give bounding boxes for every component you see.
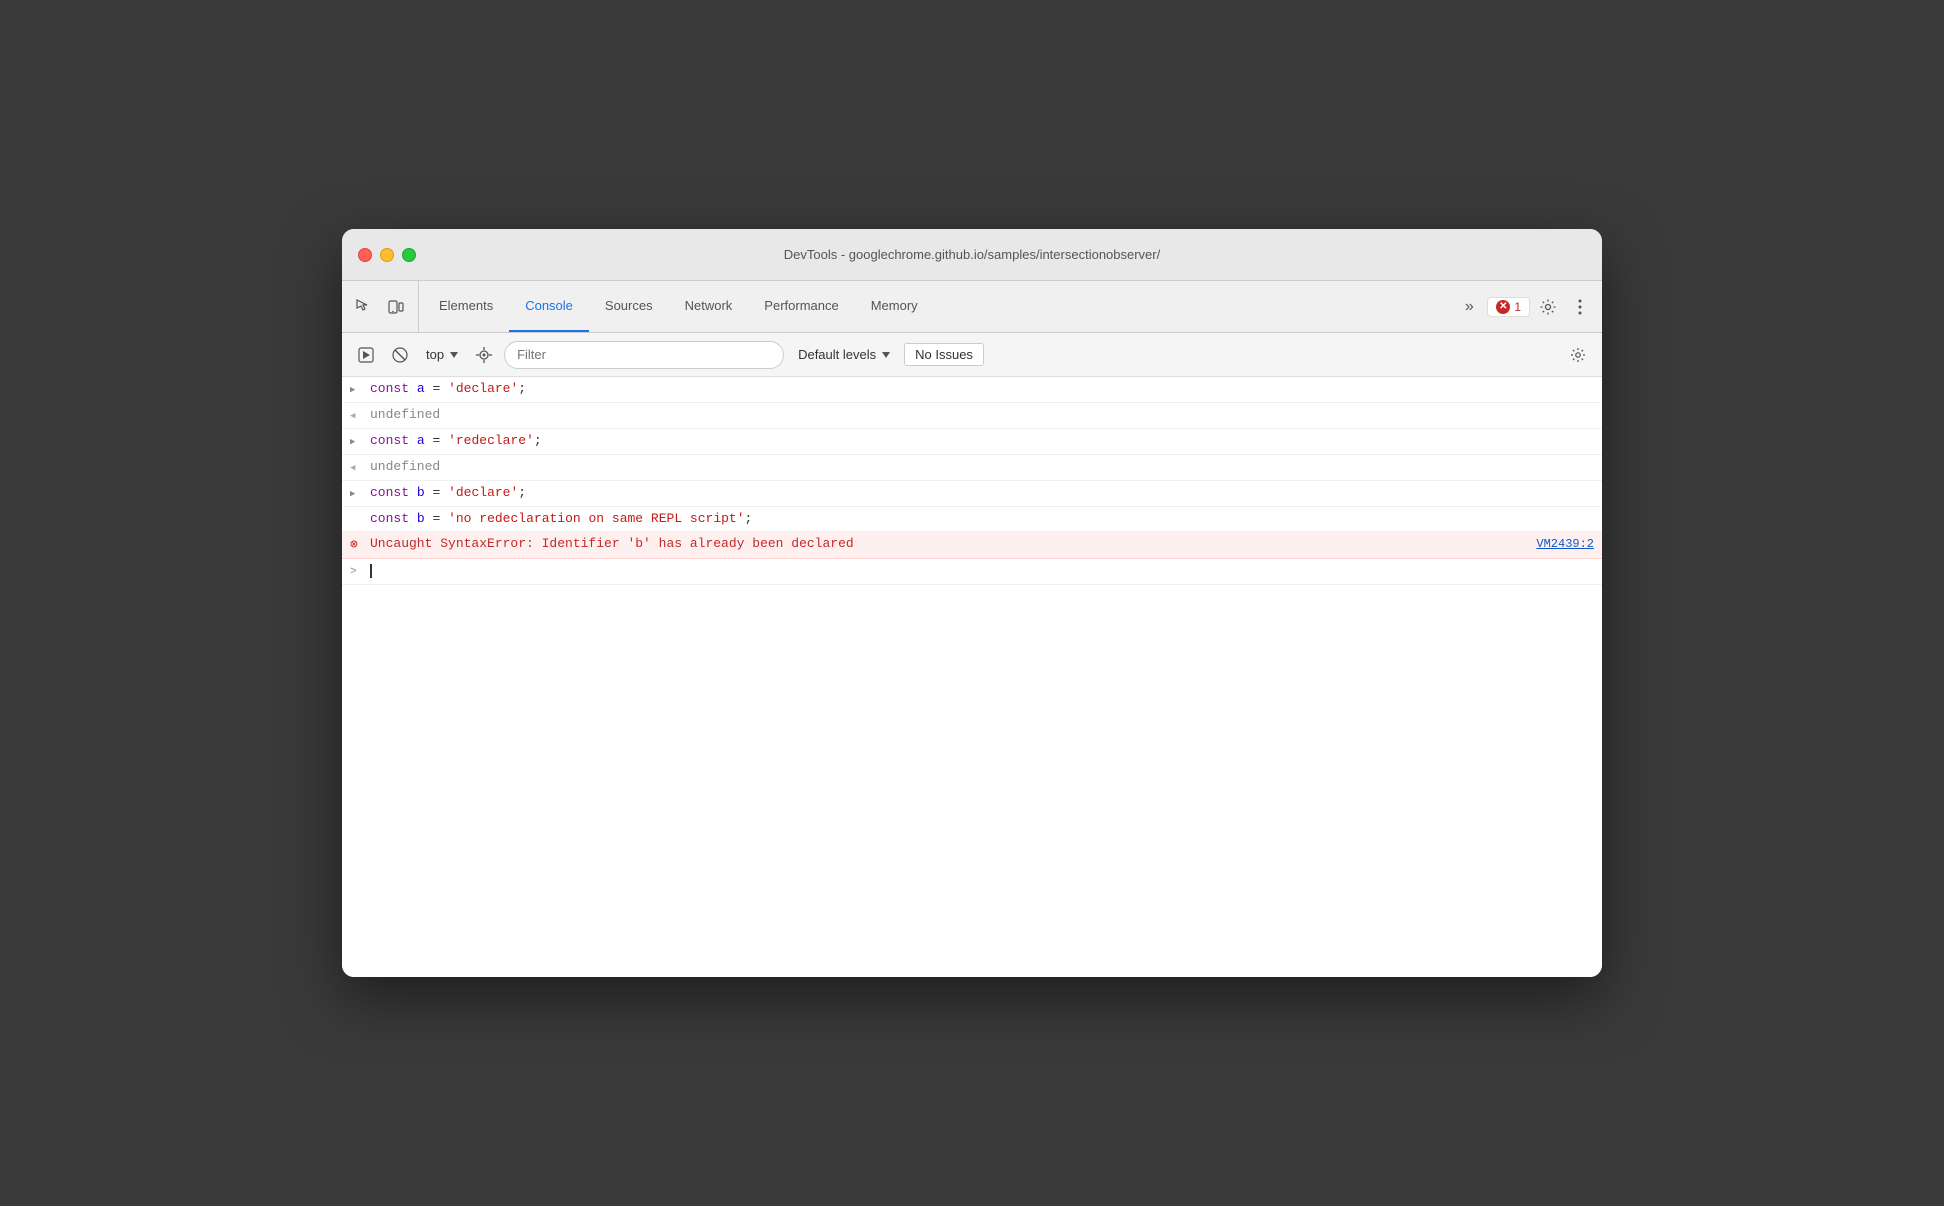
no-issues-button[interactable]: No Issues xyxy=(904,343,984,366)
console-line: const b = 'no redeclaration on same REPL… xyxy=(342,507,1602,532)
expand-arrow[interactable] xyxy=(350,484,370,503)
console-line: const b = 'declare'; xyxy=(342,481,1602,507)
line-content: const a = 'redeclare'; xyxy=(370,432,1594,450)
console-settings-button[interactable] xyxy=(1564,341,1592,369)
console-line: const a = 'declare'; xyxy=(342,377,1602,403)
minimize-button[interactable] xyxy=(380,248,394,262)
line-content: undefined xyxy=(370,458,1594,476)
error-badge[interactable]: ✕ 1 xyxy=(1487,297,1530,317)
output-arrow xyxy=(350,458,370,477)
no-arrow xyxy=(350,510,370,511)
tabs: Elements Console Sources Network Perform… xyxy=(423,281,1455,332)
window-title: DevTools - googlechrome.github.io/sample… xyxy=(784,247,1160,262)
console-output: const a = 'declare'; undefined const a =… xyxy=(342,377,1602,977)
filter-input[interactable] xyxy=(504,341,784,369)
close-button[interactable] xyxy=(358,248,372,262)
run-script-button[interactable] xyxy=(352,341,380,369)
line-content: const b = 'declare'; xyxy=(370,484,1594,502)
console-line: const a = 'redeclare'; xyxy=(342,429,1602,455)
console-line: undefined xyxy=(342,403,1602,429)
settings-button[interactable] xyxy=(1534,293,1562,321)
console-prompt-line[interactable] xyxy=(342,559,1602,585)
show-live-expression-button[interactable] xyxy=(470,341,498,369)
line-content: undefined xyxy=(370,406,1594,424)
maximize-button[interactable] xyxy=(402,248,416,262)
tab-bar-right-icons: » ✕ 1 xyxy=(1455,281,1594,332)
cursor xyxy=(370,564,372,578)
tab-console[interactable]: Console xyxy=(509,281,589,332)
prompt-arrow xyxy=(350,562,370,581)
devtools-window: DevTools - googlechrome.github.io/sample… xyxy=(342,229,1602,977)
traffic-lights xyxy=(358,248,416,262)
more-options-button[interactable] xyxy=(1566,293,1594,321)
inspect-element-button[interactable] xyxy=(350,293,378,321)
tab-bar: Elements Console Sources Network Perform… xyxy=(342,281,1602,333)
tab-sources[interactable]: Sources xyxy=(589,281,669,332)
console-line: undefined xyxy=(342,455,1602,481)
tab-elements[interactable]: Elements xyxy=(423,281,509,332)
error-source-link[interactable]: VM2439:2 xyxy=(1536,535,1594,553)
expand-arrow[interactable] xyxy=(350,380,370,399)
tab-bar-left-icons xyxy=(350,281,419,332)
error-icon xyxy=(350,535,370,555)
tab-performance[interactable]: Performance xyxy=(748,281,854,332)
more-tabs-button[interactable]: » xyxy=(1455,293,1483,321)
output-arrow xyxy=(350,406,370,425)
console-error-line: Uncaught SyntaxError: Identifier 'b' has… xyxy=(342,532,1602,559)
error-message: Uncaught SyntaxError: Identifier 'b' has… xyxy=(370,535,1528,553)
console-toolbar: top Default levels No Issues xyxy=(342,333,1602,377)
context-selector[interactable]: top xyxy=(420,345,464,364)
line-content: const b = 'no redeclaration on same REPL… xyxy=(370,510,1594,528)
console-input[interactable] xyxy=(370,562,1594,580)
tab-memory[interactable]: Memory xyxy=(855,281,934,332)
expand-arrow[interactable] xyxy=(350,432,370,451)
device-toolbar-button[interactable] xyxy=(382,293,410,321)
log-levels-selector[interactable]: Default levels xyxy=(790,344,898,365)
clear-console-button[interactable] xyxy=(386,341,414,369)
error-icon: ✕ xyxy=(1496,300,1510,314)
line-content: const a = 'declare'; xyxy=(370,380,1594,398)
titlebar: DevTools - googlechrome.github.io/sample… xyxy=(342,229,1602,281)
tab-network[interactable]: Network xyxy=(669,281,749,332)
